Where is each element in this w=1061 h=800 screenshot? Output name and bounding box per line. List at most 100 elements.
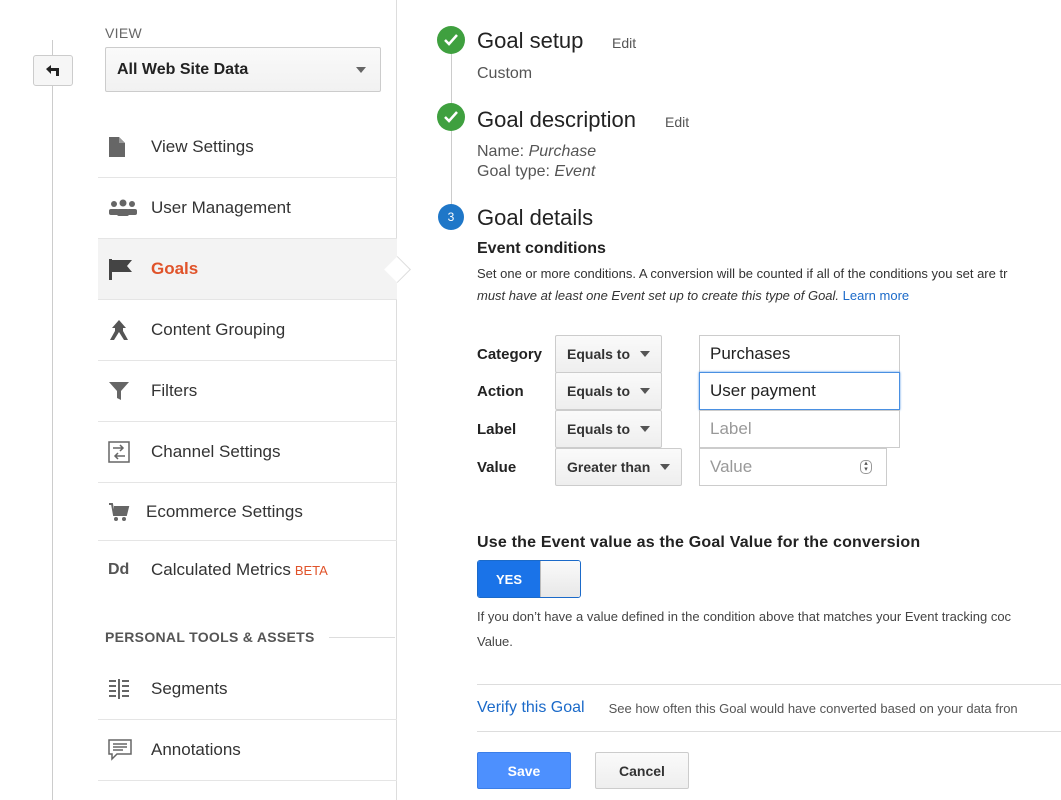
flag-icon: [108, 256, 142, 282]
goal-name-label: Name:: [477, 143, 529, 160]
step-title-goal-setup: Goal setup: [477, 28, 584, 53]
edit-goal-setup-link[interactable]: Edit: [612, 35, 636, 51]
section-title: PERSONAL TOOLS & ASSETS: [105, 629, 315, 645]
sidebar: VIEW All Web Site Data View Settings Use…: [98, 0, 397, 800]
chevron-down-icon: [640, 388, 651, 394]
sidebar-nav: View Settings User Management Goals Cont…: [98, 117, 397, 599]
operator-value: Equals to: [567, 421, 631, 437]
sidebar-item-label: View Settings: [151, 137, 254, 156]
sidebar-item-label: User Management: [151, 198, 291, 217]
sidebar-item-annotations[interactable]: Annotations: [98, 720, 397, 781]
event-conditions-heading: Event conditions: [477, 240, 606, 257]
document-icon: [108, 134, 142, 160]
event-value-help: If you don’t have a value defined in the…: [477, 604, 1011, 655]
condition-label: Value: [477, 458, 517, 476]
left-rail: [0, 0, 98, 800]
operator-value: Greater than: [567, 459, 651, 475]
verify-bar: Verify this Goal See how often this Goal…: [477, 684, 1061, 732]
condition-row-label: Label Equals to: [477, 410, 663, 448]
chevron-down-icon: [356, 67, 366, 73]
chevron-down-icon: [640, 426, 651, 432]
segments-icon: [108, 676, 142, 702]
section-heading: PERSONAL TOOLS & ASSETS: [105, 629, 395, 645]
sidebar-item-content-grouping[interactable]: Content Grouping: [98, 300, 397, 361]
chevron-down-icon: [660, 464, 671, 470]
sidebar-item-ecommerce-settings[interactable]: Ecommerce Settings: [98, 483, 397, 541]
condition-operator-select[interactable]: Greater than: [555, 448, 683, 486]
condition-label: Category: [477, 345, 543, 363]
value-input[interactable]: [699, 448, 887, 486]
help-line-1: If you don’t have a value defined in the…: [477, 609, 1012, 624]
operator-value: Equals to: [567, 346, 631, 362]
condition-label: Action: [477, 382, 524, 400]
save-button[interactable]: Save: [477, 752, 571, 789]
channel-settings-icon: [108, 439, 142, 465]
sidebar-item-segments[interactable]: Segments: [98, 659, 397, 720]
label-input[interactable]: [699, 410, 900, 448]
check-icon: [437, 103, 465, 131]
condition-row-category: Category Equals to: [477, 335, 663, 373]
goal-editor: Goal setup Edit Custom Goal description …: [398, 0, 1061, 800]
event-conditions-description: Set one or more conditions. A conversion…: [477, 266, 1008, 281]
back-arrow-icon: [46, 64, 59, 76]
cart-icon: [108, 499, 136, 525]
sidebar-item-label: Goals: [151, 259, 199, 278]
check-icon: [437, 26, 465, 54]
sidebar-item-label: Channel Settings: [151, 442, 281, 461]
tools-nav: Segments Annotations: [98, 659, 397, 781]
sidebar-item-channel-settings[interactable]: Channel Settings: [98, 422, 397, 483]
filter-icon: [108, 378, 142, 404]
back-button[interactable]: [33, 55, 73, 86]
toggle-on-label: YES: [478, 561, 540, 597]
condition-row-value: Value Greater than: [477, 448, 683, 486]
section-divider: [328, 636, 395, 638]
step-number-badge: 3: [438, 204, 464, 230]
operator-value: Equals to: [567, 383, 631, 399]
goal-setup-value: Custom: [477, 65, 533, 82]
sidebar-item-label: Content Grouping: [151, 320, 286, 339]
condition-row-action: Action Equals to: [477, 372, 663, 410]
condition-operator-select[interactable]: Equals to: [555, 372, 663, 410]
sidebar-item-user-management[interactable]: User Management: [98, 178, 397, 239]
view-select-value: All Web Site Data: [117, 60, 249, 78]
chevron-down-icon: [640, 351, 651, 357]
edit-goal-description-link[interactable]: Edit: [665, 114, 689, 130]
goal-type-value: Event: [554, 163, 596, 180]
users-icon: [108, 195, 142, 221]
step-connector: [451, 50, 452, 220]
condition-label: Label: [477, 420, 517, 438]
sidebar-item-label: Segments: [151, 679, 228, 698]
condition-operator-select[interactable]: Equals to: [555, 335, 663, 373]
goal-type-line: Goal type: Event: [477, 163, 595, 181]
cancel-button[interactable]: Cancel: [595, 752, 689, 789]
verify-description: See how often this Goal would have conve…: [608, 700, 1018, 716]
sidebar-item-calculated-metrics[interactable]: Dd Calculated Metrics BETA: [98, 541, 397, 599]
verify-goal-link[interactable]: Verify this Goal: [477, 699, 585, 717]
number-spinner-icon[interactable]: ▴ ▾: [860, 460, 872, 474]
help-line-2: Value.: [477, 634, 513, 650]
step-title-goal-description: Goal description: [477, 107, 636, 132]
goal-name-value: Purchase: [528, 143, 597, 160]
sidebar-item-label: Calculated Metrics: [151, 560, 291, 579]
goal-name-line: Name: Purchase: [477, 143, 596, 161]
sidebar-item-view-settings[interactable]: View Settings: [98, 117, 397, 178]
view-select[interactable]: All Web Site Data: [105, 47, 381, 92]
sidebar-item-label: Annotations: [151, 740, 241, 759]
view-label: VIEW: [105, 25, 142, 41]
condition-operator-select[interactable]: Equals to: [555, 410, 663, 448]
content-grouping-icon: [108, 317, 142, 343]
category-input[interactable]: [699, 335, 900, 373]
action-input[interactable]: [699, 372, 900, 410]
sidebar-item-label: Filters: [151, 381, 198, 400]
event-note-text: must have at least one Event set up to c…: [477, 288, 843, 303]
event-value-toggle[interactable]: YES: [477, 560, 581, 598]
learn-more-link[interactable]: Learn more: [843, 288, 909, 303]
sidebar-item-filters[interactable]: Filters: [98, 361, 397, 422]
calculated-metrics-icon: Dd: [108, 561, 130, 578]
toggle-knob: [540, 561, 580, 597]
event-conditions-note: must have at least one Event set up to c…: [477, 288, 909, 303]
goal-type-label: Goal type:: [477, 163, 555, 180]
sidebar-item-goals[interactable]: Goals: [98, 239, 397, 300]
annotations-icon: [108, 737, 142, 763]
event-value-heading: Use the Event value as the Goal Value fo…: [477, 534, 921, 551]
